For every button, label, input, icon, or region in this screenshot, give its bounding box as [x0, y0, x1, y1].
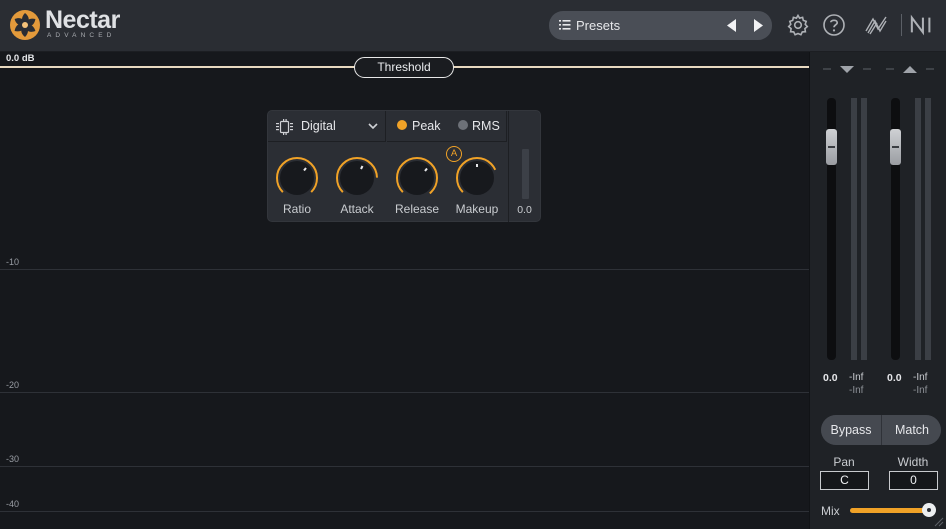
ratio-label: Ratio — [282, 202, 311, 216]
grid-line — [0, 511, 809, 512]
mix-slider[interactable] — [850, 503, 936, 517]
list-icon — [559, 20, 571, 30]
resize-grip-icon[interactable] — [932, 515, 944, 527]
input-meter-left — [851, 98, 857, 360]
grid-label: -40 — [6, 499, 20, 509]
output-meter-left — [915, 98, 921, 360]
io-sidebar: 0.0 -Inf -Inf 0.0 -Inf -Inf Bypass Match… — [809, 52, 946, 529]
signal-flow-icon[interactable] — [864, 13, 888, 37]
gain-reduction-value: 0.0 — [517, 204, 532, 216]
mode-dropdown[interactable]: Digital — [268, 111, 386, 142]
output-fader-handle[interactable] — [890, 129, 901, 165]
ratio-knob[interactable] — [274, 155, 320, 201]
grid-label: -30 — [6, 454, 20, 464]
grid-line — [0, 392, 809, 393]
output-meter-right — [925, 98, 931, 360]
grid-line — [0, 269, 809, 270]
gain-reduction-meter — [522, 149, 529, 199]
pan-label: Pan — [833, 455, 855, 469]
mode-label[interactable]: Digital — [301, 119, 336, 133]
mix-slider-fill — [850, 508, 929, 513]
top-db-label: 0.0 dB — [6, 53, 35, 64]
output-gain-value[interactable]: 0.0 — [887, 372, 902, 384]
makeup-knob[interactable] — [454, 155, 500, 201]
grid-label: -10 — [6, 257, 20, 267]
input-fader-handle[interactable] — [826, 129, 837, 165]
width-field[interactable]: 0 — [889, 471, 938, 490]
peak-radio[interactable] — [397, 120, 407, 130]
bypass-button[interactable]: Bypass — [821, 415, 881, 445]
compressor-panel: Digital Peak RMS Ratio Attack Release A … — [267, 110, 541, 222]
width-label: Width — [897, 455, 929, 469]
presets-bar[interactable]: Presets — [549, 11, 772, 40]
nectar-logo-icon — [10, 10, 40, 40]
detection-selector: Peak RMS — [387, 111, 507, 142]
ni-logo-icon[interactable] — [910, 13, 934, 37]
grid-label: -20 — [6, 380, 20, 390]
output-rms-value: -Inf — [913, 385, 928, 396]
presets-label[interactable]: Presets — [576, 18, 620, 33]
match-button[interactable]: Match — [882, 415, 941, 445]
release-label: Release — [394, 202, 440, 216]
previous-preset-icon[interactable] — [727, 19, 737, 32]
rms-radio[interactable] — [458, 120, 468, 130]
input-peak-value: -Inf — [849, 372, 864, 383]
rms-label[interactable]: RMS — [472, 119, 500, 133]
peak-label[interactable]: Peak — [412, 119, 441, 133]
mix-label: Mix — [821, 504, 840, 518]
header-bar: Nectar ADVANCED Presets — [0, 0, 946, 52]
pan-field[interactable]: C — [820, 471, 869, 490]
output-arrow-up-icon[interactable] — [886, 65, 936, 75]
next-preset-icon[interactable] — [753, 19, 763, 32]
header-separator — [901, 14, 902, 36]
brand-name: Nectar — [45, 6, 120, 34]
brand-subtitle: ADVANCED — [47, 32, 116, 39]
grid-line — [0, 466, 809, 467]
output-peak-value: -Inf — [913, 372, 928, 383]
attack-label: Attack — [340, 202, 374, 216]
threshold-handle[interactable]: Threshold — [354, 57, 454, 78]
input-rms-value: -Inf — [849, 385, 864, 396]
settings-gear-icon[interactable] — [786, 13, 810, 37]
attack-knob[interactable] — [334, 155, 380, 201]
input-arrow-down-icon[interactable] — [823, 65, 873, 75]
help-icon[interactable] — [822, 13, 846, 37]
bypass-match-group: Bypass Match — [821, 415, 941, 445]
chevron-down-icon[interactable] — [368, 123, 378, 130]
input-meter-right — [861, 98, 867, 360]
release-knob[interactable] — [394, 155, 440, 201]
input-gain-value[interactable]: 0.0 — [823, 372, 838, 384]
makeup-label: Makeup — [455, 202, 499, 216]
chip-icon — [276, 119, 293, 135]
